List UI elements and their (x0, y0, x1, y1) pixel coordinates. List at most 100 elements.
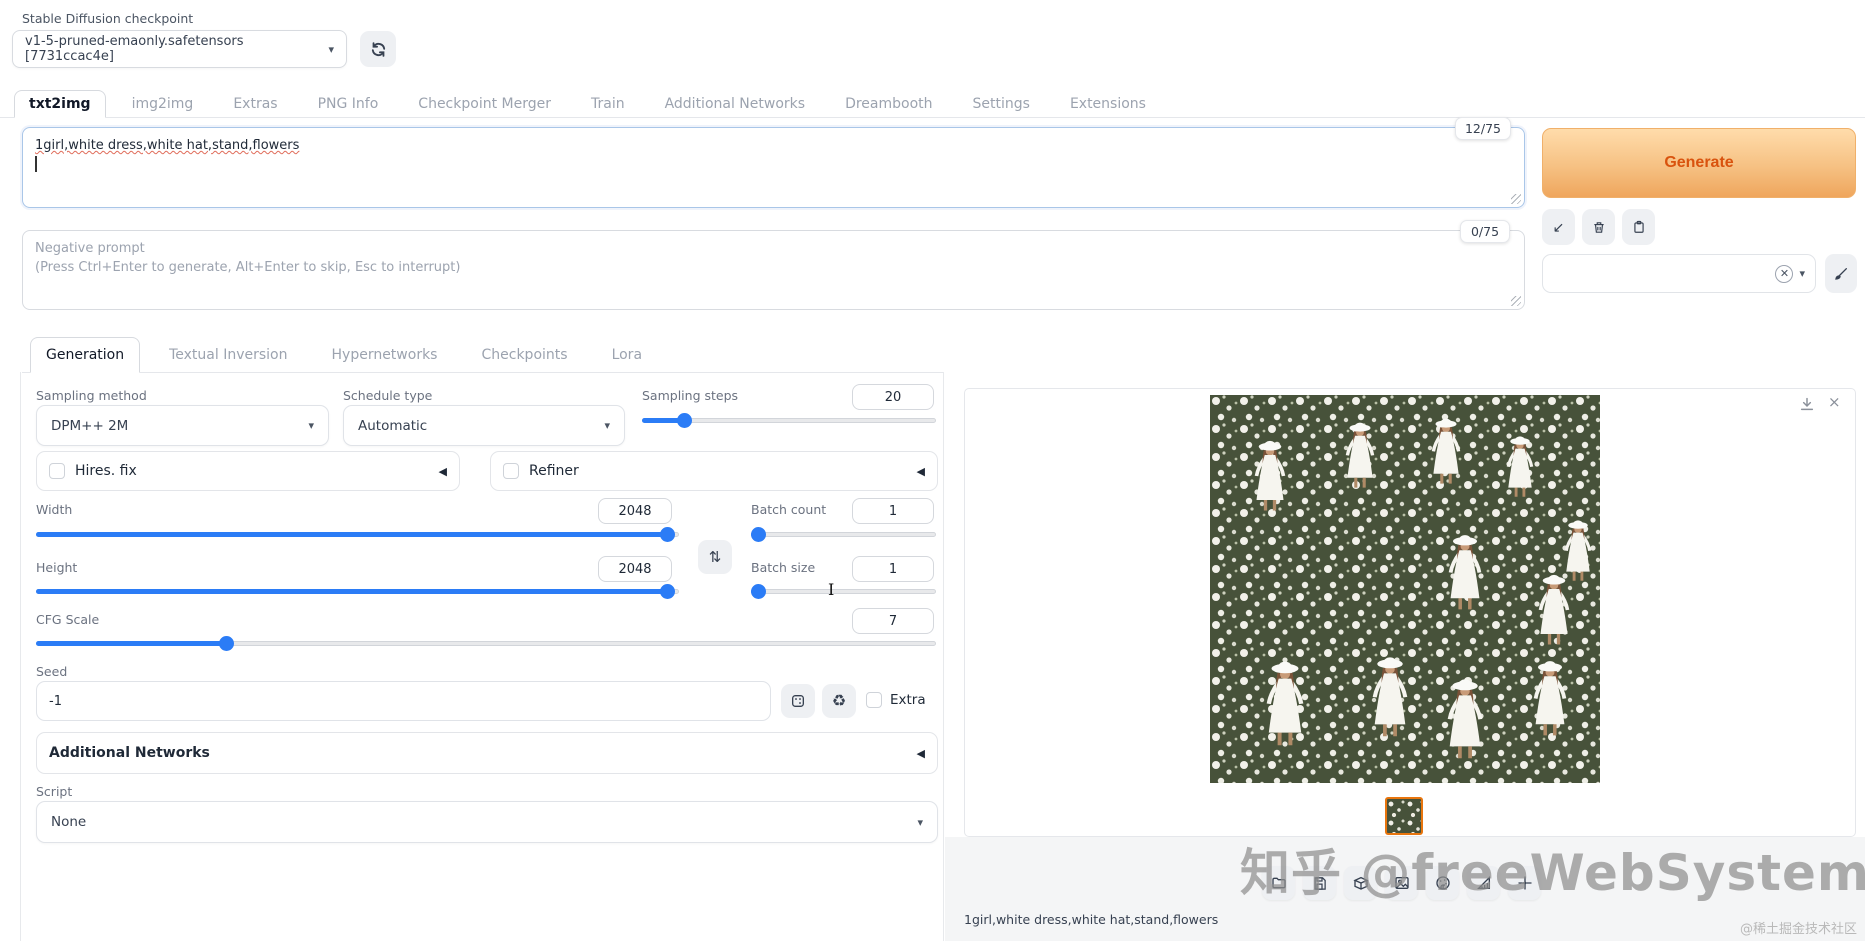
batch-count-input[interactable] (852, 498, 934, 524)
download-image-icon[interactable] (1799, 396, 1815, 412)
send-to-inpaint-icon (1435, 875, 1451, 891)
script-value: None (51, 814, 86, 830)
hires-fix-label: Hires. fix (75, 463, 137, 479)
subtab-generation[interactable]: Generation (30, 337, 140, 373)
send-to-inpaint-button[interactable] (1426, 866, 1459, 900)
batch-count-label: Batch count (751, 502, 826, 517)
clear-prompt-button[interactable] (1582, 209, 1615, 245)
image-toolbar (1262, 866, 1541, 900)
recycle-icon: ♻ (832, 691, 846, 711)
text-caret (35, 156, 37, 172)
subtab-hypernetworks[interactable]: Hypernetworks (317, 338, 453, 372)
seed-label: Seed (36, 664, 67, 679)
hires-fix-accordion[interactable]: Hires. fix ◀ (36, 451, 460, 491)
arrow-down-left-icon: ↙ (1553, 219, 1565, 236)
sub-tab-bar: Generation Textual Inversion Hypernetwor… (22, 332, 944, 373)
refresh-checkpoint-button[interactable] (360, 31, 396, 67)
additional-networks-label: Additional Networks (49, 745, 210, 761)
prompt-text: 1girl,white dress,white hat,stand,flower… (35, 138, 299, 153)
collapse-left-icon: ◀ (917, 747, 925, 760)
tab-settings[interactable]: Settings (959, 91, 1044, 117)
tab-extras[interactable]: Extras (219, 91, 291, 117)
save-zip-button[interactable] (1344, 866, 1377, 900)
tab-checkpoint-merger[interactable]: Checkpoint Merger (404, 91, 565, 117)
subtab-textual-inversion[interactable]: Textual Inversion (154, 338, 302, 372)
send-to-extras-icon (1476, 875, 1492, 891)
height-slider[interactable] (36, 583, 679, 599)
clipboard-icon (1632, 219, 1646, 235)
sampling-method-value: DPM++ 2M (51, 418, 128, 434)
send-to-img2img-icon (1394, 875, 1410, 891)
refiner-checkbox[interactable] (503, 463, 519, 479)
sampling-steps-input[interactable] (852, 384, 934, 410)
tab-img2img[interactable]: img2img (118, 91, 208, 117)
cfg-scale-slider[interactable] (36, 635, 936, 651)
resize-handle[interactable] (1511, 296, 1521, 306)
subtab-checkpoints[interactable]: Checkpoints (466, 338, 582, 372)
width-input[interactable] (598, 498, 672, 524)
collapse-left-icon: ◀ (917, 465, 925, 478)
batch-size-label: Batch size (751, 560, 815, 575)
script-label: Script (36, 784, 72, 799)
height-label: Height (36, 560, 77, 575)
negative-prompt-placeholder-title: Negative prompt (35, 239, 1512, 258)
cfg-scale-label: CFG Scale (36, 612, 99, 627)
generate-button[interactable]: Generate (1542, 128, 1856, 198)
prompt-tools-row: ↙ (1542, 209, 1655, 245)
open-folder-button[interactable] (1262, 866, 1295, 900)
reuse-seed-button[interactable]: ♻ (822, 684, 856, 718)
gallery-thumbnail-selected[interactable] (1385, 797, 1423, 835)
cfg-scale-input[interactable] (852, 608, 934, 634)
additional-networks-accordion[interactable]: Additional Networks ◀ (36, 732, 938, 774)
trash-icon (1592, 220, 1606, 235)
swap-width-height-button[interactable]: ⇅ (698, 540, 732, 574)
batch-size-slider[interactable] (751, 583, 936, 599)
refiner-accordion[interactable]: Refiner ◀ (490, 451, 938, 491)
seed-input[interactable] (36, 681, 771, 721)
styles-dropdown[interactable]: ✕ ▾ (1542, 254, 1816, 293)
sparkle-icon (1517, 875, 1533, 891)
negative-prompt-textarea[interactable]: Negative prompt (Press Ctrl+Enter to gen… (22, 230, 1525, 310)
resize-handle[interactable] (1511, 194, 1521, 204)
image-caption: 1girl,white dress,white hat,stand,flower… (964, 912, 1218, 927)
tab-train[interactable]: Train (577, 91, 639, 117)
hires-fix-checkbox[interactable] (49, 463, 65, 479)
close-gallery-icon[interactable]: × (1828, 393, 1841, 411)
tab-dreambooth[interactable]: Dreambooth (831, 91, 946, 117)
width-slider[interactable] (36, 526, 679, 542)
save-image-button[interactable] (1303, 866, 1336, 900)
send-to-img2img-button[interactable] (1385, 866, 1418, 900)
tab-additional-networks[interactable]: Additional Networks (651, 91, 819, 117)
extra-seed-label: Extra (890, 692, 926, 708)
height-input[interactable] (598, 556, 672, 582)
refiner-label: Refiner (529, 463, 579, 479)
schedule-type-select[interactable]: Automatic ▾ (343, 405, 625, 446)
tab-txt2img[interactable]: txt2img (14, 90, 106, 118)
tab-extensions[interactable]: Extensions (1056, 91, 1160, 117)
batch-count-slider[interactable] (751, 526, 936, 542)
edit-styles-button[interactable] (1825, 254, 1857, 293)
apply-styles-button[interactable] (1622, 209, 1655, 245)
generated-image[interactable] (1210, 395, 1600, 783)
random-seed-button[interactable] (781, 684, 815, 718)
chevron-down-icon: ▾ (308, 419, 314, 432)
subtab-lora[interactable]: Lora (597, 338, 657, 372)
batch-size-input[interactable] (852, 556, 934, 582)
refresh-icon (370, 41, 387, 58)
schedule-type-value: Automatic (358, 418, 427, 434)
prompt-textarea[interactable]: 1girl,white dress,white hat,stand,flower… (22, 127, 1525, 208)
paintbrush-icon (1833, 266, 1849, 282)
sampling-method-select[interactable]: DPM++ 2M ▾ (36, 405, 329, 446)
schedule-type-label: Schedule type (343, 388, 432, 403)
open-folder-icon (1271, 875, 1287, 891)
sampling-steps-slider[interactable] (642, 412, 936, 428)
extra-seed-checkbox[interactable] (866, 692, 882, 708)
checkpoint-select[interactable]: v1-5-pruned-emaonly.safetensors [7731cca… (12, 30, 347, 68)
main-tab-bar: txt2img img2img Extras PNG Info Checkpoi… (0, 88, 1865, 118)
tab-png-info[interactable]: PNG Info (304, 91, 393, 117)
upscale-button[interactable] (1508, 866, 1541, 900)
script-select[interactable]: None ▾ (36, 801, 938, 843)
clear-styles-icon[interactable]: ✕ (1775, 265, 1793, 283)
send-to-extras-button[interactable] (1467, 866, 1500, 900)
paste-generation-params-button[interactable]: ↙ (1542, 209, 1575, 245)
